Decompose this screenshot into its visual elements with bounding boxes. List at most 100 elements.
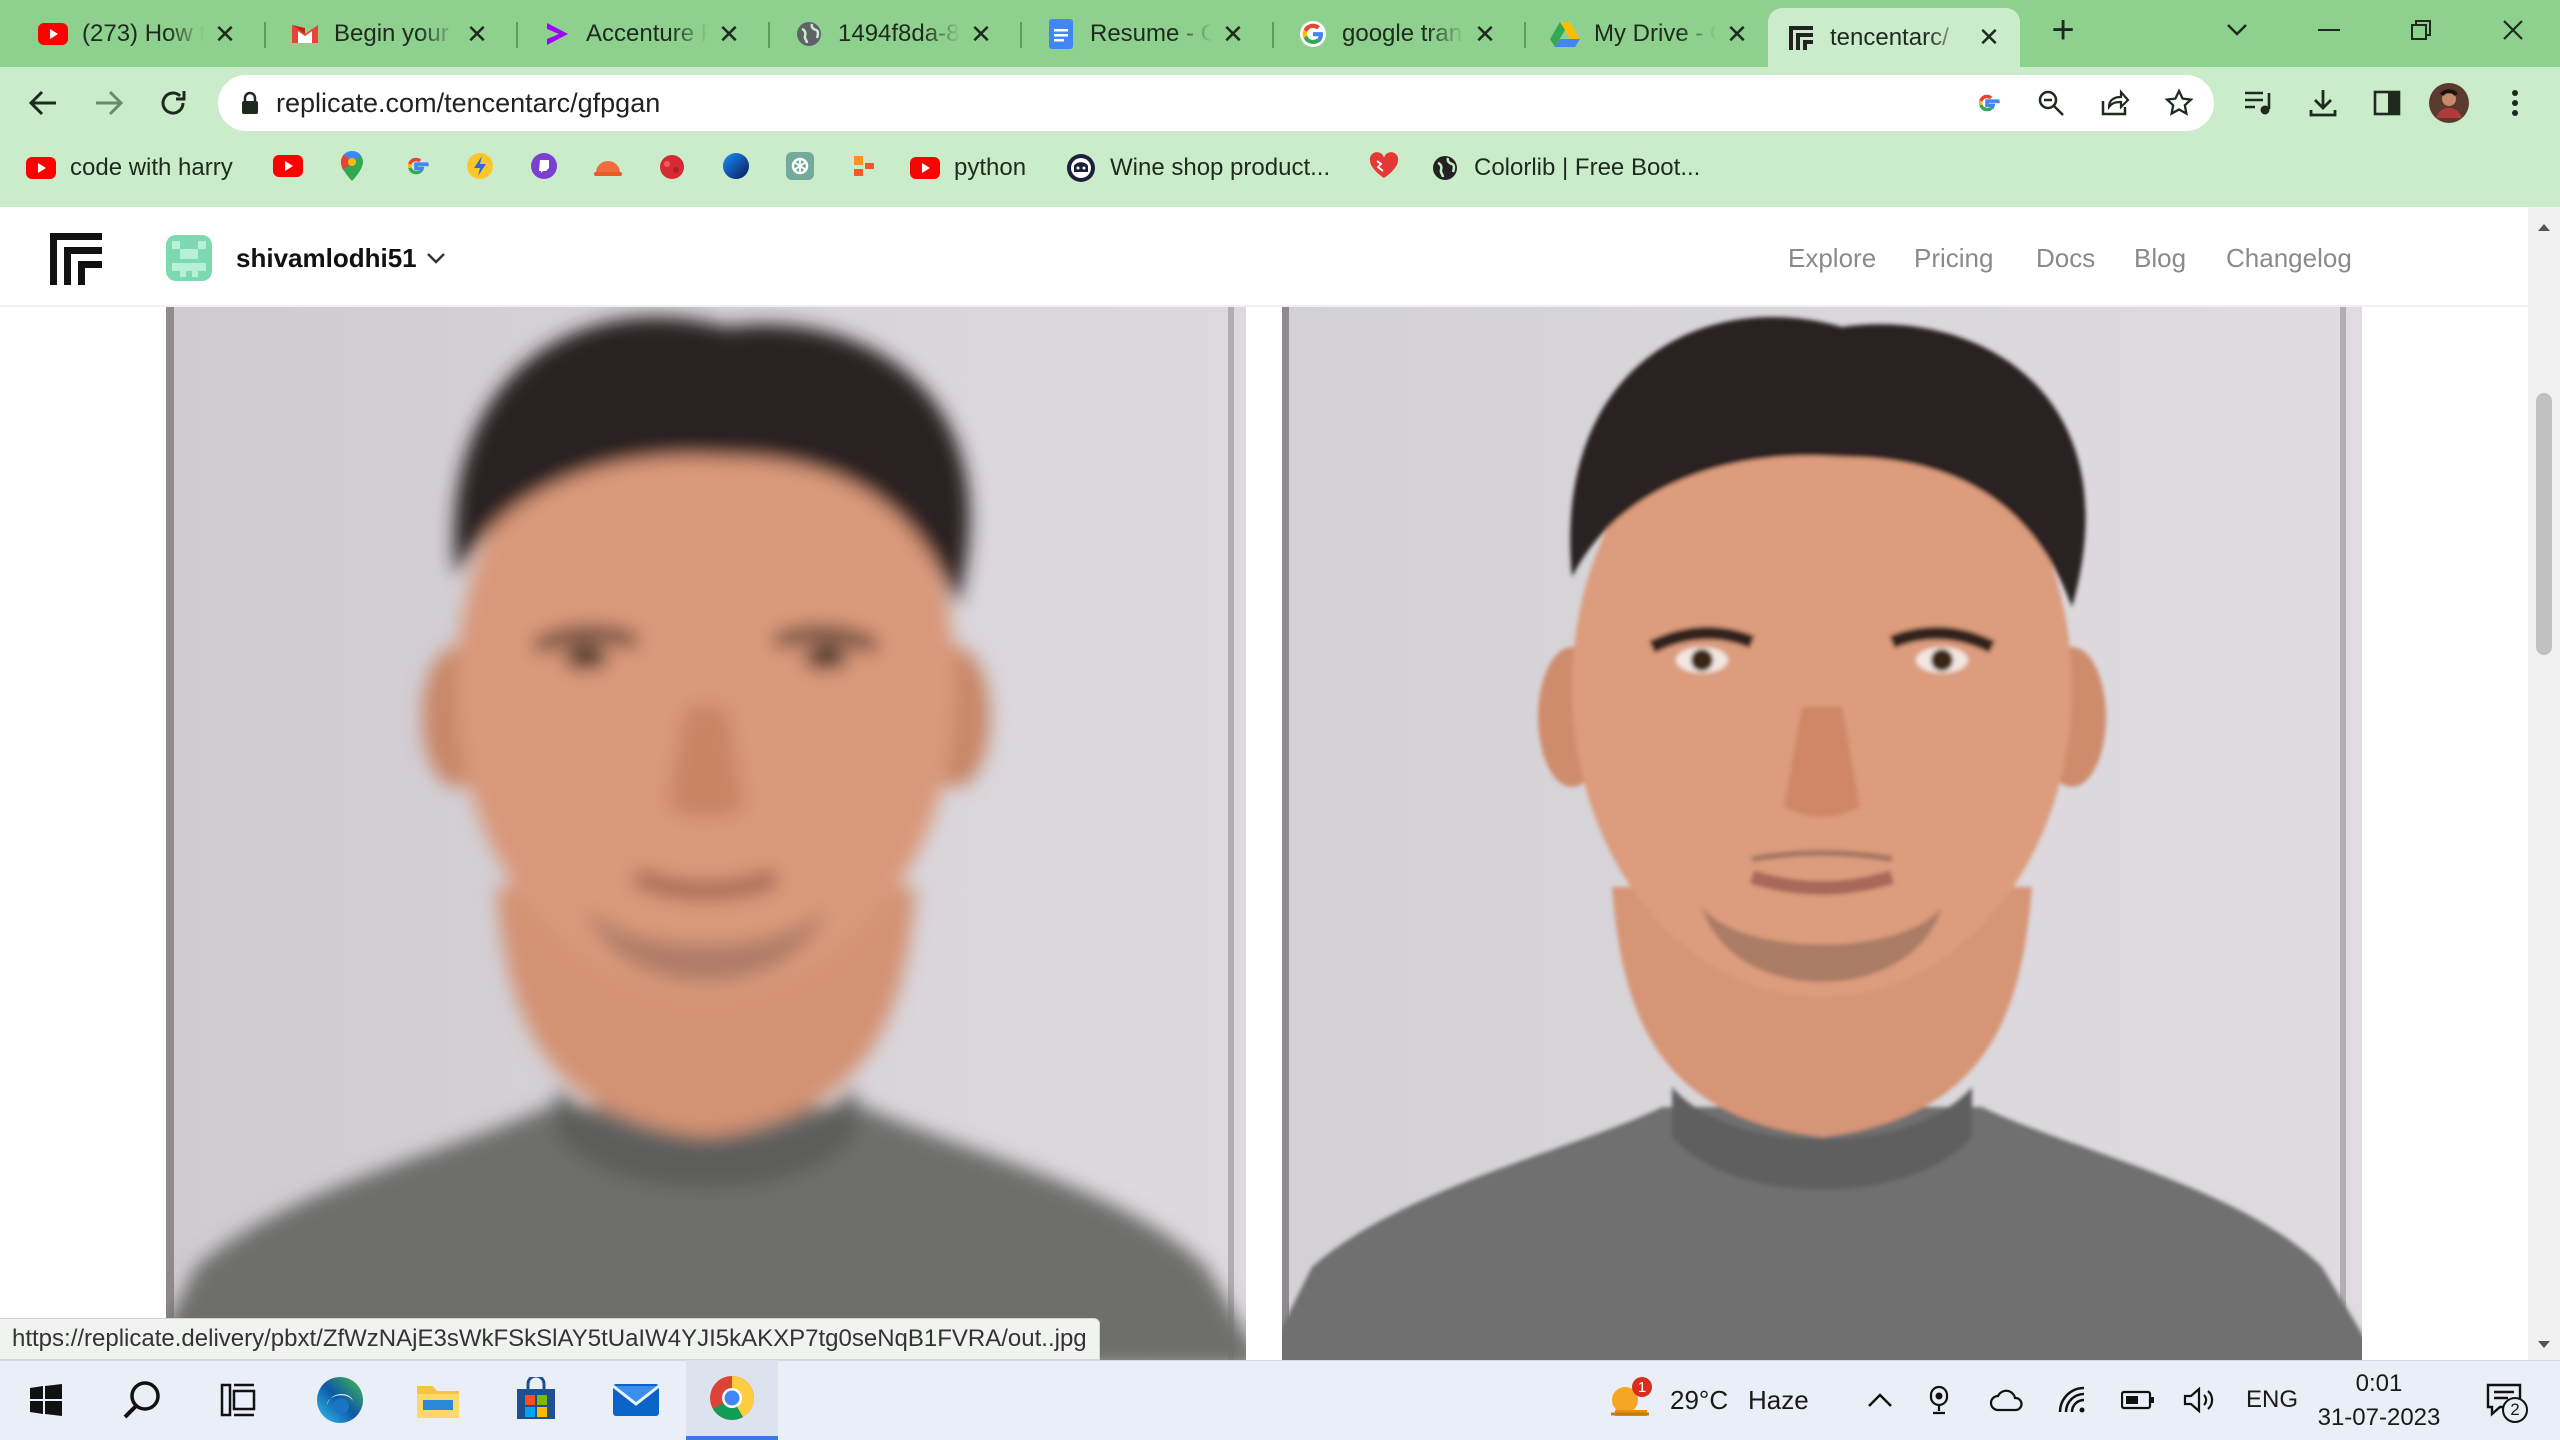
side-panel-icon[interactable] xyxy=(2364,80,2410,126)
forward-icon[interactable] xyxy=(84,78,134,128)
new-tab-icon[interactable]: + xyxy=(2040,8,2086,52)
weather-badge: 1 xyxy=(1632,1377,1652,1397)
vertical-scrollbar[interactable] xyxy=(2528,207,2560,1360)
bookmark-python[interactable]: python xyxy=(910,150,1026,186)
minimize-icon[interactable] xyxy=(2306,10,2352,50)
replicate-logo-icon[interactable] xyxy=(48,231,104,292)
scroll-up-arrow-icon[interactable] xyxy=(2536,219,2552,237)
onedrive-cloud-icon[interactable] xyxy=(1986,1383,2028,1417)
url-text[interactable]: replicate.com/tencentarc/gfpgan xyxy=(276,88,660,119)
tab-search-chevron-icon[interactable] xyxy=(2214,10,2260,50)
edge-browser-icon[interactable] xyxy=(294,1360,386,1440)
close-window-icon[interactable] xyxy=(2490,10,2536,50)
tab-title: Resume - G xyxy=(1090,20,1212,47)
restore-icon[interactable] xyxy=(2398,10,2444,50)
show-hidden-icons-chevron-icon[interactable] xyxy=(1862,1383,1898,1417)
nav-pricing[interactable]: Pricing xyxy=(1914,243,1993,274)
tab-divider xyxy=(1272,22,1274,48)
back-icon[interactable] xyxy=(18,78,68,128)
github-cat-icon xyxy=(1066,153,1096,183)
tab-google-translate[interactable]: google tran ✕ xyxy=(1280,8,1516,60)
share-icon[interactable] xyxy=(2092,80,2138,126)
red-berry-icon xyxy=(658,152,686,185)
output-image[interactable] xyxy=(1282,307,2362,1360)
tab-resume[interactable]: Resume - G ✕ xyxy=(1028,8,1264,60)
bookmark-code-with-harry[interactable]: code with harry xyxy=(26,150,233,186)
tab-my-drive[interactable]: My Drive - G ✕ xyxy=(1532,8,1768,60)
chevron-down-icon[interactable] xyxy=(426,251,446,269)
file-explorer-icon[interactable] xyxy=(392,1360,484,1440)
bookmark-wine-shop[interactable]: Wine shop product... xyxy=(1066,150,1330,186)
bookmark-youtube[interactable] xyxy=(270,150,306,186)
profile-avatar[interactable] xyxy=(2426,80,2472,126)
address-bar[interactable]: replicate.com/tencentarc/gfpgan xyxy=(218,75,2214,131)
notification-center-icon[interactable]: 2 xyxy=(2476,1383,2532,1423)
nav-changelog[interactable]: Changelog xyxy=(2226,243,2352,274)
globe-icon xyxy=(1430,153,1460,183)
tab-replicate-active[interactable]: tencentarc/ ✕ xyxy=(1768,8,2020,67)
weather-temperature[interactable]: 29°C xyxy=(1670,1383,1728,1417)
windows-start-icon[interactable] xyxy=(0,1360,92,1440)
input-language[interactable]: ENG xyxy=(2246,1383,2298,1417)
task-view-icon[interactable] xyxy=(192,1360,284,1440)
nav-docs[interactable]: Docs xyxy=(2036,243,2095,274)
zoom-icon[interactable] xyxy=(2028,80,2074,126)
mail-icon[interactable] xyxy=(590,1360,682,1440)
tab-file[interactable]: 1494f8da-8 ✕ xyxy=(776,8,1012,60)
bookmark-chatgpt[interactable] xyxy=(782,150,818,186)
bookmark-twitch[interactable] xyxy=(526,150,562,186)
clock-date[interactable]: 31-07-2023 xyxy=(2316,1401,2442,1435)
bookmark-google[interactable] xyxy=(398,150,434,186)
tab-gmail[interactable]: Begin your J ✕ xyxy=(272,8,508,60)
google-icon xyxy=(1298,19,1328,49)
username[interactable]: shivamlodhi51 xyxy=(236,243,417,274)
battery-icon[interactable] xyxy=(2118,1383,2158,1417)
lock-icon[interactable] xyxy=(240,91,260,115)
media-controls-icon[interactable] xyxy=(2236,80,2282,126)
close-tab-icon[interactable]: ✕ xyxy=(212,19,238,49)
tab-accenture[interactable]: Accenture F ✕ xyxy=(524,8,760,60)
nav-blog[interactable]: Blog xyxy=(2134,243,2186,274)
maps-pin-icon xyxy=(340,150,364,187)
close-tab-icon[interactable]: ✕ xyxy=(1724,19,1750,49)
bookmark-star-icon[interactable] xyxy=(2156,80,2202,126)
bookmark-hacker[interactable] xyxy=(590,150,626,186)
input-image[interactable] xyxy=(166,307,1246,1360)
youtube-icon xyxy=(38,19,68,49)
bookmark-heart[interactable] xyxy=(1366,150,1402,186)
meet-now-icon[interactable] xyxy=(1922,1383,1958,1417)
bookmark-flutter[interactable] xyxy=(462,150,498,186)
bookmark-blue-circle[interactable] xyxy=(718,150,754,186)
bookmark-colorlib[interactable]: Colorlib | Free Boot... xyxy=(1430,150,1700,186)
scroll-down-arrow-icon[interactable] xyxy=(2536,1337,2552,1355)
bookmark-maps[interactable] xyxy=(334,150,370,186)
close-tab-icon[interactable]: ✕ xyxy=(716,19,742,49)
volume-icon[interactable] xyxy=(2180,1383,2220,1417)
scroll-thumb[interactable] xyxy=(2536,393,2552,655)
reload-icon[interactable] xyxy=(148,78,198,128)
nav-explore[interactable]: Explore xyxy=(1788,243,1876,274)
link-status-bar: https://replicate.delivery/pbxt/ZfWzNAjE… xyxy=(0,1318,1100,1360)
close-tab-icon[interactable]: ✕ xyxy=(464,19,490,49)
chrome-taskbar-icon[interactable] xyxy=(686,1360,778,1440)
weather-condition[interactable]: Haze xyxy=(1748,1383,1809,1417)
close-tab-icon[interactable]: ✕ xyxy=(968,19,994,49)
wifi-icon[interactable] xyxy=(2054,1383,2090,1417)
weather-icon[interactable]: 1 xyxy=(1604,1377,1656,1417)
close-tab-icon[interactable]: ✕ xyxy=(1976,22,2002,52)
search-icon[interactable] xyxy=(96,1360,188,1440)
user-avatar[interactable] xyxy=(166,235,212,286)
bookmark-raspberry[interactable] xyxy=(654,150,690,186)
microsoft-store-icon[interactable] xyxy=(490,1360,582,1440)
google-lens-icon[interactable] xyxy=(1964,80,2010,126)
clock-time[interactable]: 0:01 xyxy=(2316,1367,2442,1401)
tab-youtube[interactable]: (273) How to ✕ xyxy=(20,8,256,60)
close-tab-icon[interactable]: ✕ xyxy=(1472,19,1498,49)
youtube-icon xyxy=(26,153,56,183)
close-tab-icon[interactable]: ✕ xyxy=(1220,19,1246,49)
download-icon[interactable] xyxy=(2300,80,2346,126)
bookmark-orange-blocks[interactable] xyxy=(846,150,882,186)
youtube-icon xyxy=(273,154,303,182)
more-menu-icon[interactable] xyxy=(2492,80,2538,126)
tab-title: (273) How to xyxy=(82,20,204,47)
